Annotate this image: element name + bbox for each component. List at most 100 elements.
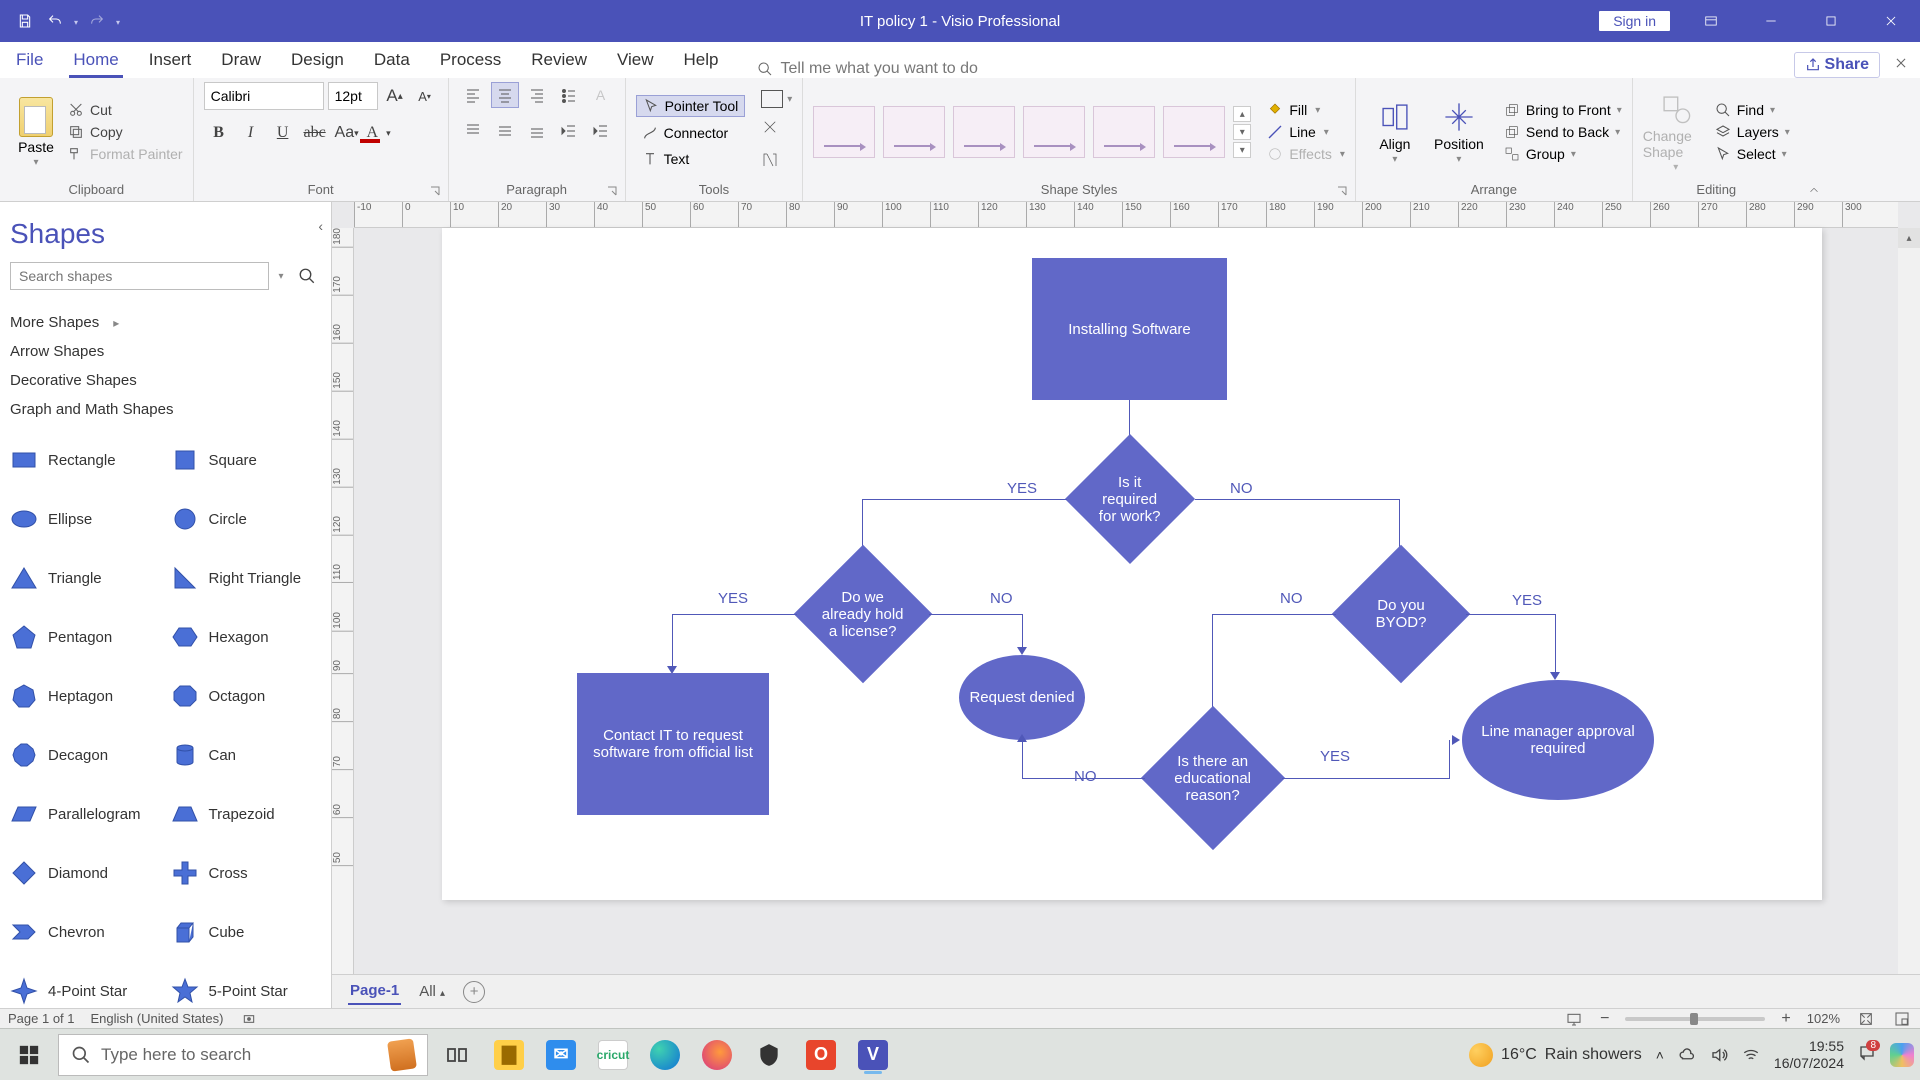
pointer-tool-button[interactable]: Pointer Tool (636, 95, 746, 117)
shape-stencil-item[interactable]: Right Triangle (171, 554, 322, 602)
clear-format-button[interactable]: A (587, 82, 615, 108)
flowchart-connector[interactable] (672, 614, 797, 615)
close-pane-icon[interactable] (1894, 56, 1908, 75)
align-center-button[interactable] (491, 82, 519, 108)
qat-more-icon[interactable]: ▾ (116, 18, 120, 27)
flowchart-connector[interactable] (1022, 614, 1023, 649)
taskbar-app-mail[interactable]: ✉ (538, 1034, 584, 1076)
start-button[interactable] (6, 1034, 52, 1076)
shapes-search-input[interactable] (10, 262, 269, 290)
shape-stencil-item[interactable]: Parallelogram (10, 790, 161, 838)
close-button[interactable] (1862, 0, 1920, 42)
flowchart-process-node[interactable]: Installing Software (1032, 258, 1227, 400)
system-clock[interactable]: 19:55 16/07/2024 (1774, 1038, 1844, 1072)
fit-page-icon[interactable] (1856, 1009, 1876, 1029)
flowchart-decision-node[interactable]: Is there an educational reason? (1141, 706, 1285, 850)
fill-button[interactable]: Fill▾ (1267, 102, 1345, 118)
style-thumb[interactable] (1023, 106, 1085, 158)
connection-point-icon[interactable] (761, 151, 792, 174)
save-icon[interactable] (14, 10, 36, 32)
find-button[interactable]: Find▾ (1715, 102, 1790, 118)
weather-widget[interactable]: 16°C Rain showers (1469, 1043, 1642, 1067)
language-indicator[interactable]: English (United States) (91, 1011, 224, 1026)
undo-icon[interactable] (44, 10, 66, 32)
style-thumb[interactable] (813, 106, 875, 158)
paragraph-launcher-icon[interactable] (605, 185, 619, 199)
shrink-font-button[interactable]: A▾ (412, 82, 438, 110)
zoom-out-button[interactable]: − (1600, 1010, 1609, 1028)
notifications-icon[interactable]: 8 (1858, 1044, 1876, 1065)
effects-button[interactable]: Effects▾ (1267, 146, 1345, 162)
strikethrough-button[interactable]: abc (300, 120, 330, 146)
ribbon-display-options-icon[interactable] (1682, 0, 1740, 42)
decrease-indent-button[interactable] (555, 118, 583, 144)
gallery-up-icon[interactable]: ▴ (1233, 106, 1251, 122)
gallery-down-icon[interactable]: ▾ (1233, 124, 1251, 140)
tab-review[interactable]: Review (527, 44, 591, 78)
taskbar-app-visio[interactable]: V (850, 1034, 896, 1076)
flowchart-terminator-node[interactable]: Line manager approval required (1462, 680, 1654, 800)
shapes-pane-collapse-icon[interactable]: ‹ (318, 218, 323, 234)
tab-insert[interactable]: Insert (145, 44, 196, 78)
font-launcher-icon[interactable] (428, 185, 442, 199)
flowchart-connector[interactable] (1282, 778, 1450, 779)
bring-to-front-button[interactable]: Bring to Front▾ (1504, 102, 1622, 118)
group-button[interactable]: Group▾ (1504, 146, 1622, 162)
shape-stencil-item[interactable]: Chevron (10, 908, 161, 956)
cut-button[interactable]: Cut (68, 102, 183, 118)
redo-icon[interactable] (86, 10, 108, 32)
bullets-button[interactable] (555, 82, 583, 108)
flowchart-connector[interactable] (1555, 614, 1556, 674)
flowchart-connector[interactable] (1449, 740, 1450, 778)
style-thumb[interactable] (953, 106, 1015, 158)
flowchart-process-node[interactable]: Contact IT to request software from offi… (577, 673, 769, 815)
flowchart-connector[interactable] (929, 614, 1022, 615)
flowchart-connector[interactable] (1466, 614, 1556, 615)
align-left-button[interactable] (459, 82, 487, 108)
shape-stencil-item[interactable]: Heptagon (10, 672, 161, 720)
shape-category[interactable]: More Shapes (10, 308, 321, 337)
shape-stencil-item[interactable]: Cube (171, 908, 322, 956)
tab-home[interactable]: Home (69, 44, 122, 78)
bold-button[interactable]: B (204, 120, 234, 146)
flowchart-terminator-node[interactable]: Request denied (959, 655, 1085, 740)
shape-stencil-item[interactable]: Diamond (10, 849, 161, 897)
grow-font-button[interactable]: A▴ (382, 82, 408, 110)
taskbar-app-explorer[interactable]: ▇ (486, 1034, 532, 1076)
macro-record-icon[interactable] (239, 1009, 259, 1029)
copilot-icon[interactable] (1890, 1043, 1914, 1067)
search-submit-icon[interactable] (293, 262, 321, 290)
line-button[interactable]: Line▾ (1267, 124, 1345, 140)
flowchart-decision-node[interactable]: Do we already hold a license? (794, 545, 933, 684)
shape-stencil-item[interactable]: Hexagon (171, 613, 322, 661)
tell-me-search[interactable]: Tell me what you want to do (757, 60, 978, 78)
flowchart-connector[interactable] (1212, 614, 1336, 615)
shape-category[interactable]: Decorative Shapes (10, 366, 321, 395)
copy-button[interactable]: Copy (68, 124, 183, 140)
shape-stencil-item[interactable]: Rectangle (10, 436, 161, 484)
all-pages-button[interactable]: All ▴ (419, 983, 445, 1000)
font-size-combo[interactable] (328, 82, 378, 110)
zoom-in-button[interactable]: + (1781, 1010, 1790, 1028)
flowchart-connector[interactable] (1022, 740, 1023, 778)
sign-in-button[interactable]: Sign in (1599, 11, 1670, 31)
shape-category[interactable]: Arrow Shapes (10, 337, 321, 366)
shape-stencil-item[interactable]: Pentagon (10, 613, 161, 661)
taskbar-app-firefox[interactable] (694, 1034, 740, 1076)
layers-button[interactable]: Layers▾ (1715, 124, 1790, 140)
flowchart-decision-node[interactable]: Is it required for work? (1065, 434, 1195, 564)
tab-process[interactable]: Process (436, 44, 505, 78)
taskbar-app-cricut[interactable]: cricut (590, 1034, 636, 1076)
onedrive-icon[interactable] (1678, 1046, 1696, 1064)
drawing-page[interactable]: Installing Software Is it required for w… (442, 228, 1822, 900)
pan-zoom-icon[interactable] (1892, 1009, 1912, 1029)
maximize-button[interactable] (1802, 0, 1860, 42)
increase-indent-button[interactable] (587, 118, 615, 144)
scroll-up-icon[interactable]: ▴ (1898, 228, 1920, 248)
share-button[interactable]: Share (1794, 52, 1880, 78)
flowchart-connector[interactable] (1195, 499, 1400, 500)
volume-icon[interactable] (1710, 1046, 1728, 1064)
undo-dropdown-icon[interactable]: ▾ (74, 18, 78, 27)
shape-category[interactable]: Graph and Math Shapes (10, 395, 321, 424)
underline-button[interactable]: U (268, 120, 298, 146)
